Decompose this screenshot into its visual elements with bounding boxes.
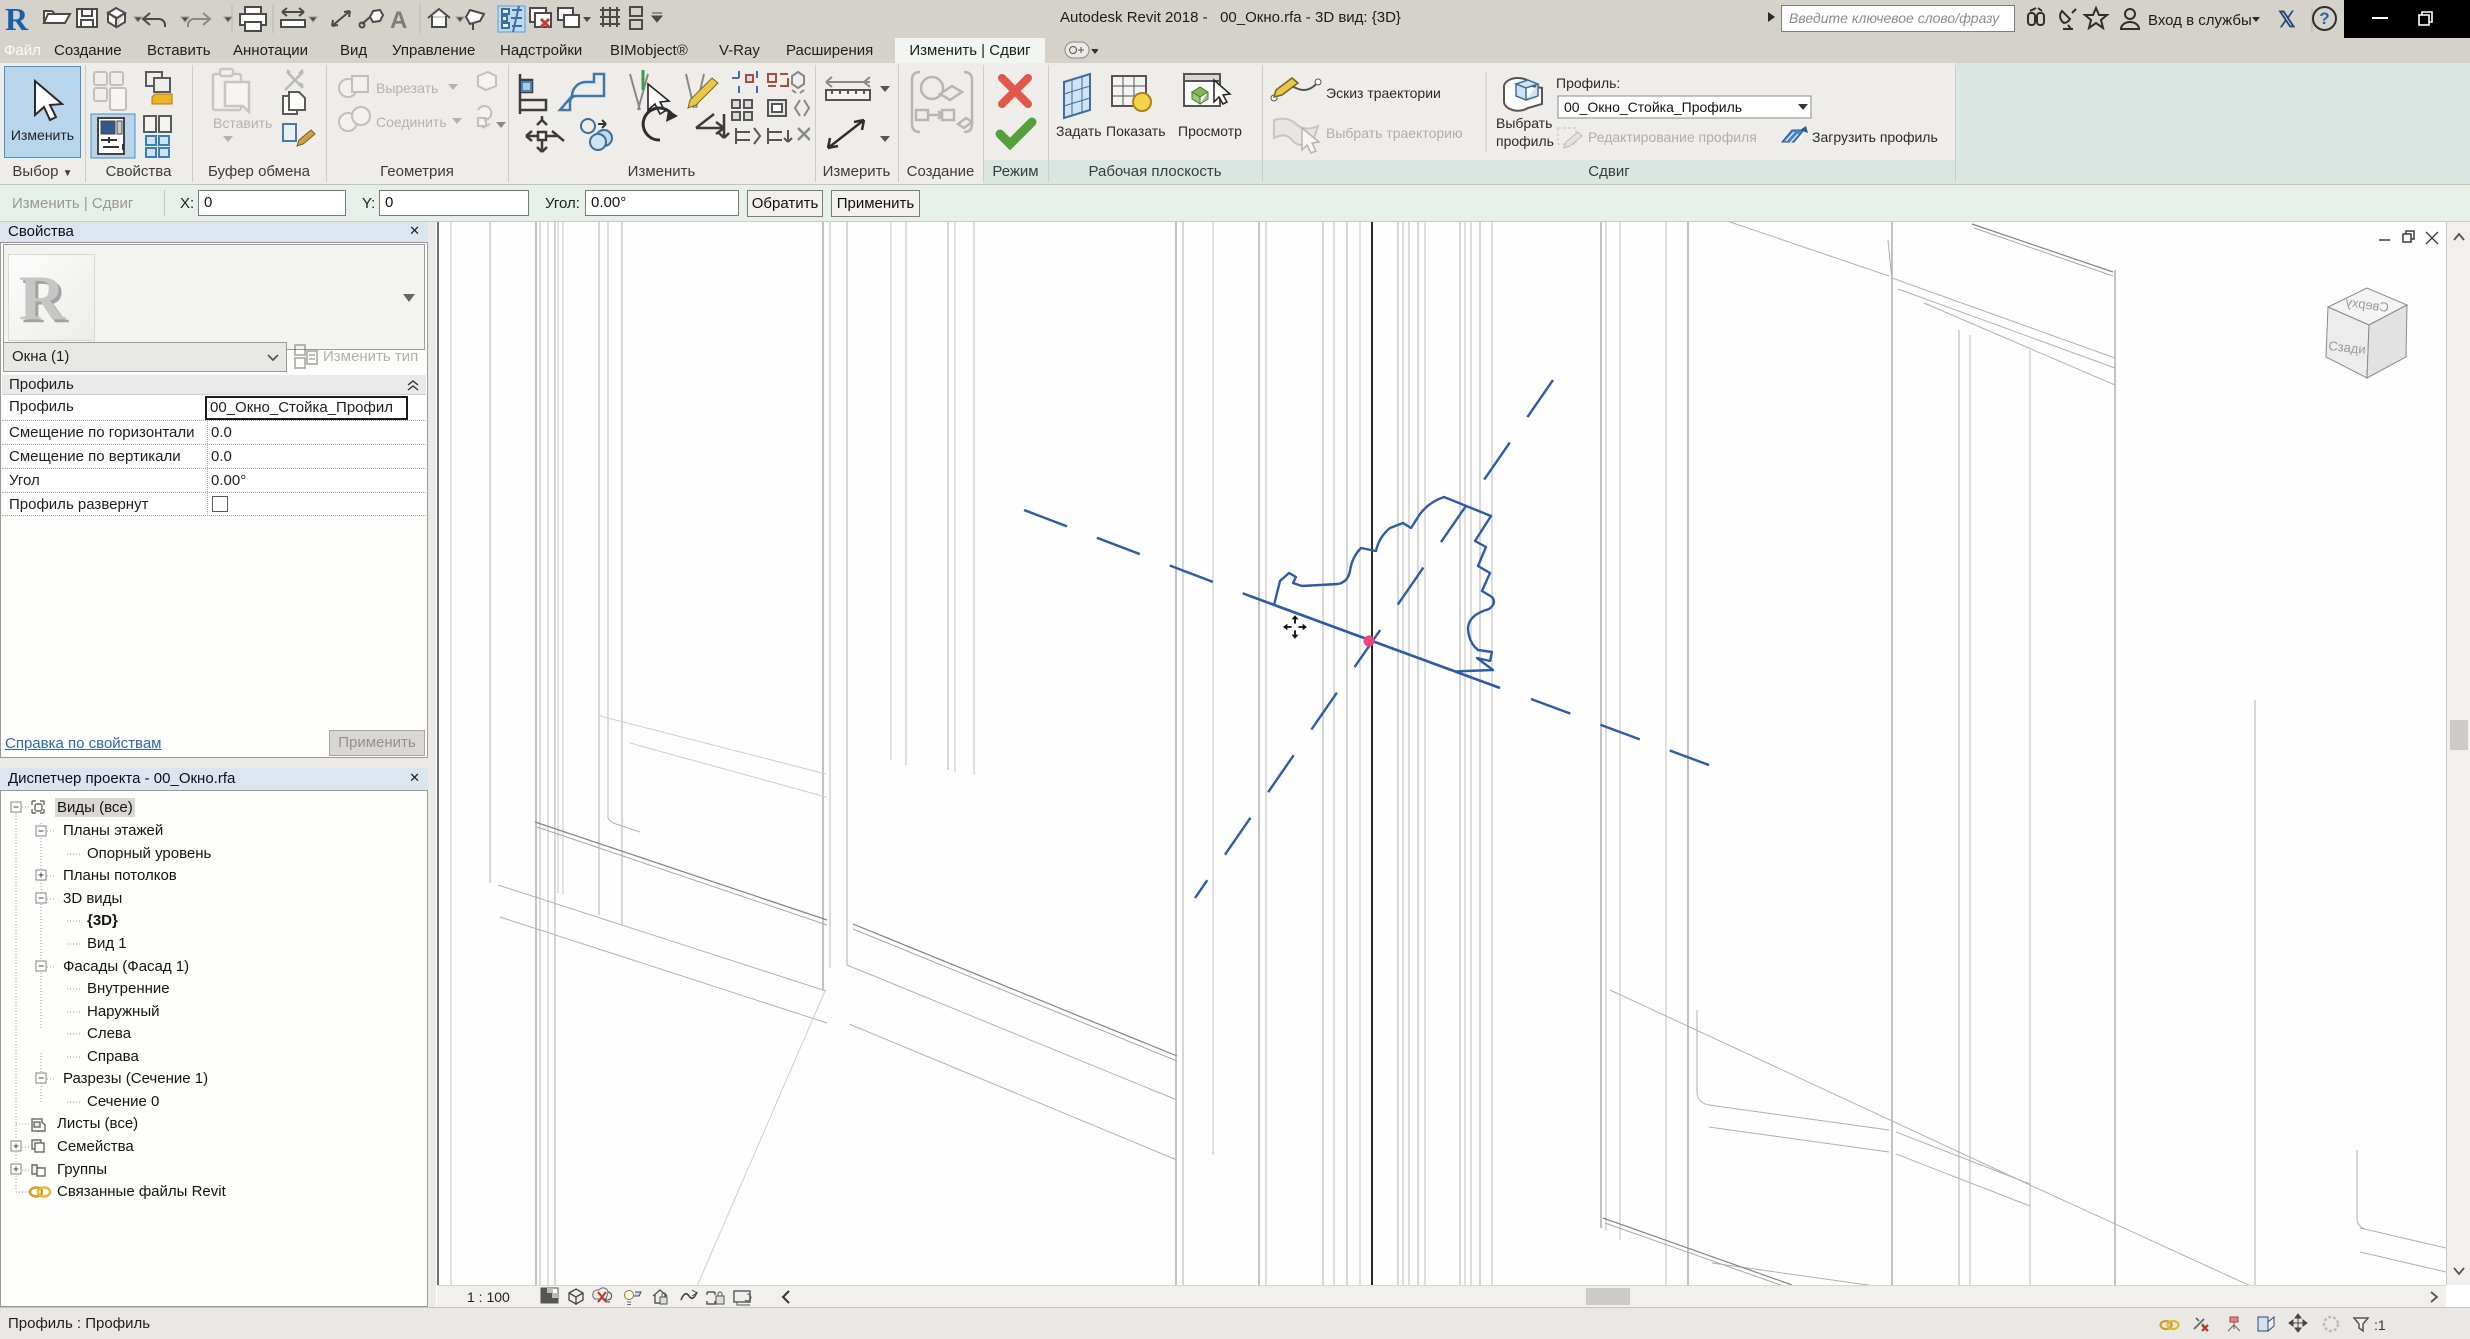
svg-text:R: R <box>19 262 66 333</box>
svg-text:Просмотр: Просмотр <box>1178 123 1242 139</box>
svg-text:𝕏: 𝕏 <box>2278 7 2296 32</box>
svg-text:Показать: Показать <box>1106 123 1166 139</box>
svg-text:Редактирование профиля: Редактирование профиля <box>1588 129 1757 145</box>
svg-text::1: :1 <box>2374 1317 2386 1333</box>
svg-text:A: A <box>390 7 407 34</box>
svg-text:Соединить: Соединить <box>376 114 447 130</box>
svg-text:профиль: профиль <box>1496 133 1554 149</box>
svg-text:Загрузить профиль: Загрузить профиль <box>1812 129 1938 145</box>
svg-text:Выбрать траекторию: Выбрать траекторию <box>1326 125 1462 141</box>
svg-text:Выбрать: Выбрать <box>1496 115 1552 131</box>
svg-text:Вырезать: Вырезать <box>376 80 438 96</box>
svg-text:Профиль:: Профиль: <box>1556 75 1620 91</box>
svg-text:Эскиз траектории: Эскиз траектории <box>1326 85 1441 101</box>
svg-text:Вход в службы: Вход в службы <box>2148 12 2252 29</box>
svg-text:Задать: Задать <box>1056 123 1102 139</box>
svg-text:R: R <box>5 1 29 37</box>
svg-text:00_Окно_Стойка_Профиль: 00_Окно_Стойка_Профиль <box>1564 99 1742 115</box>
svg-text:Вставить: Вставить <box>213 115 272 131</box>
